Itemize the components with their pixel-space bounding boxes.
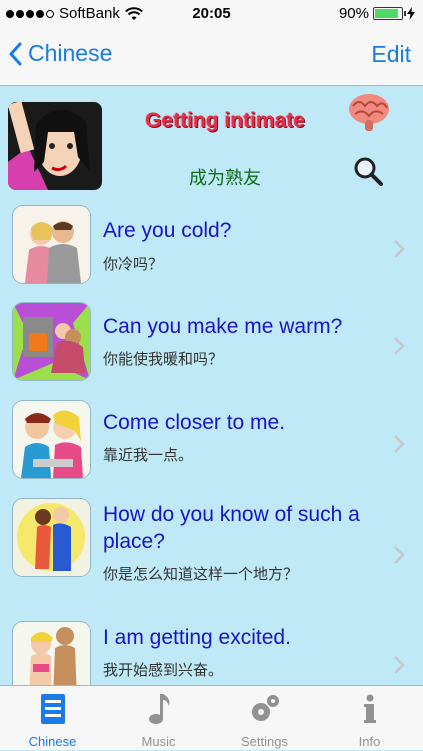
phrase-row[interactable]: Are you cold? 你冷吗？ bbox=[0, 206, 423, 290]
phrase-chinese: 靠近我一点。 bbox=[103, 447, 194, 464]
lesson-image bbox=[8, 102, 102, 190]
back-button-label: Chinese bbox=[28, 40, 113, 66]
gears-icon bbox=[252, 695, 279, 721]
list-icon bbox=[41, 694, 65, 724]
search-icon[interactable] bbox=[353, 156, 383, 186]
phrase-english: How do you know of such a place? bbox=[103, 503, 360, 553]
phrase-row[interactable]: Can you make me warm? 你能使我暖和吗？ bbox=[0, 303, 423, 387]
chevron-right-icon bbox=[394, 656, 405, 674]
battery-icon bbox=[373, 7, 406, 20]
phrase-illustration bbox=[13, 303, 90, 380]
tab-music[interactable]: Music bbox=[106, 686, 211, 751]
phrase-chinese: 你是怎么知道这样一个地方？ bbox=[103, 566, 299, 583]
info-icon bbox=[364, 694, 376, 723]
phrase-illustration bbox=[13, 401, 90, 478]
chevron-right-icon bbox=[394, 435, 405, 453]
brain-icon[interactable] bbox=[347, 92, 391, 132]
lesson-title: Getting intimate bbox=[145, 109, 305, 132]
phrase-chinese: 你能使我暖和吗？ bbox=[103, 351, 224, 368]
tab-label: Music bbox=[141, 734, 176, 749]
charging-bolt-icon bbox=[407, 7, 415, 20]
phrase-row[interactable]: Come closer to me. 靠近我一点。 bbox=[0, 401, 423, 485]
lesson-header: Getting intimate 成为熟友 bbox=[0, 86, 423, 196]
back-button[interactable]: Chinese bbox=[8, 40, 112, 67]
chevron-right-icon bbox=[394, 546, 405, 564]
phrase-illustration bbox=[13, 206, 90, 283]
phrase-english: Can you make me warm? bbox=[103, 315, 343, 338]
phrase-english: Come closer to me. bbox=[103, 411, 286, 434]
battery-percent: 90% bbox=[338, 5, 369, 22]
navigation-bar: Chinese Edit bbox=[0, 28, 423, 86]
phrase-english: Are you cold? bbox=[103, 219, 232, 242]
phrase-english: I am getting excited. bbox=[103, 626, 291, 649]
music-note-icon bbox=[149, 694, 170, 724]
chevron-left-icon bbox=[9, 42, 22, 65]
tab-label: Settings bbox=[241, 734, 288, 749]
phrase-chinese: 你冷吗？ bbox=[103, 256, 164, 273]
status-bar: SoftBank 20:05 90% bbox=[0, 0, 423, 28]
chevron-right-icon bbox=[394, 240, 405, 258]
phrase-row[interactable]: How do you know of such a place? 你是怎么知道这… bbox=[0, 499, 423, 609]
phrase-chinese: 我开始感到兴奋。 bbox=[103, 662, 224, 679]
tab-info[interactable]: Info bbox=[317, 686, 422, 751]
phrase-illustration bbox=[13, 499, 90, 576]
tab-label: Info bbox=[358, 734, 381, 749]
tab-chinese[interactable]: Chinese bbox=[0, 686, 105, 751]
tab-bar: Chinese Music Settings Info bbox=[0, 685, 423, 750]
chevron-right-icon bbox=[394, 337, 405, 355]
lesson-subtitle: 成为熟友 bbox=[189, 168, 261, 188]
tab-settings[interactable]: Settings bbox=[212, 686, 317, 751]
edit-button[interactable]: Edit bbox=[371, 41, 411, 68]
tab-label: Chinese bbox=[28, 734, 77, 749]
